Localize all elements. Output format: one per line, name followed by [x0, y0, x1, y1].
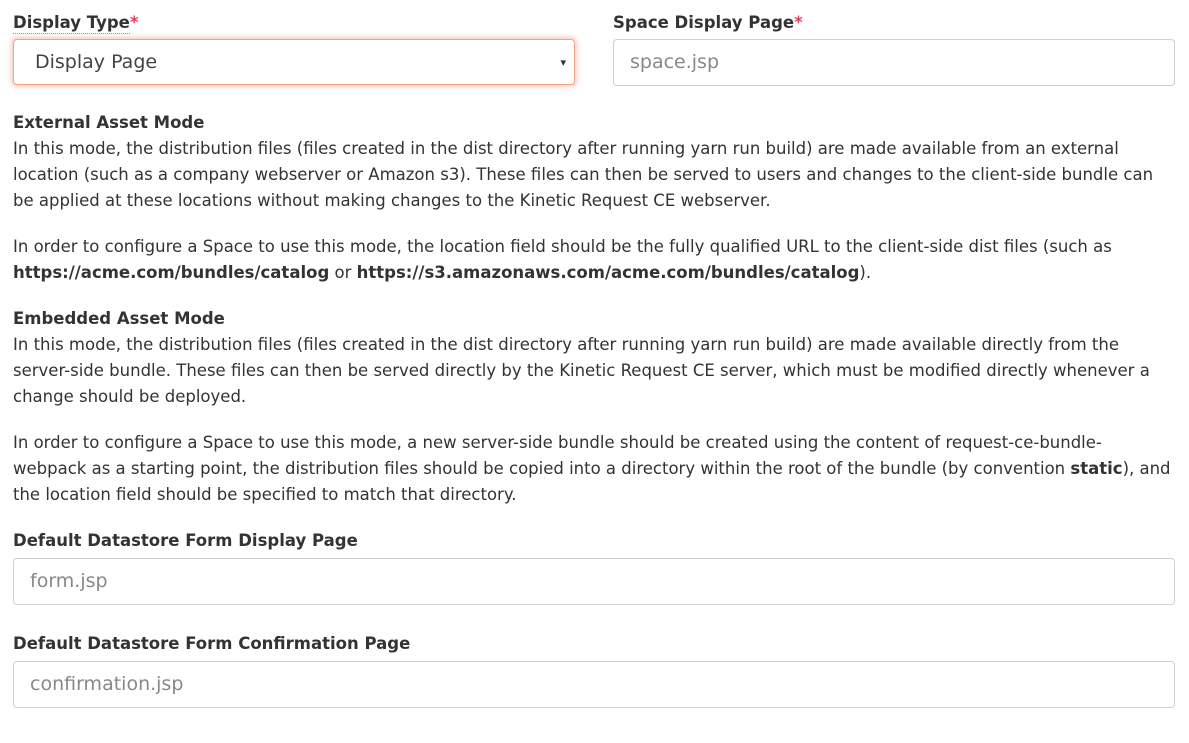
external-asset-mode-paragraph-1: In this mode, the distribution files (fi…	[13, 139, 1154, 210]
display-type-select[interactable]: Display Page ▾	[13, 39, 575, 85]
embedded-asset-mode-title: Embedded Asset Mode	[13, 309, 225, 328]
external-asset-mode-title: External Asset Mode	[13, 113, 205, 132]
required-marker: *	[129, 13, 139, 32]
display-type-field: Display Type* Display Page ▾	[13, 11, 575, 86]
datastore-display-page-input[interactable]: form.jsp	[13, 558, 1175, 605]
embedded-asset-mode-paragraph-2: In order to configure a Space to use thi…	[13, 430, 1175, 508]
space-display-page-label-text: Space Display Page	[613, 13, 795, 32]
datastore-confirmation-page-label: Default Datastore Form Confirmation Page	[13, 634, 411, 653]
external-paragraph-2-start: In order to configure a Space to use thi…	[13, 237, 1112, 256]
datastore-display-page-field: Default Datastore Form Display Page form…	[13, 528, 1175, 605]
embedded-paragraph-2-start: In order to configure a Space to use thi…	[13, 433, 1102, 478]
example-url-s3: https://s3.amazonaws.com/acme.com/bundle…	[356, 263, 860, 282]
display-type-label-text: Display Type	[13, 13, 130, 34]
external-asset-mode-section: External Asset Mode In this mode, the di…	[13, 110, 1175, 286]
datastore-confirmation-page-input[interactable]: confirmation.jsp	[13, 661, 1175, 708]
required-marker: *	[794, 13, 803, 32]
datastore-display-page-placeholder: form.jsp	[30, 570, 108, 592]
datastore-confirmation-page-field: Default Datastore Form Confirmation Page…	[13, 631, 1175, 708]
top-fields-row: Display Type* Display Page ▾ Space Displ…	[13, 11, 1175, 86]
settings-form: Display Type* Display Page ▾ Space Displ…	[13, 0, 1175, 708]
display-type-label: Display Type*	[13, 11, 575, 39]
embedded-asset-mode-section: Embedded Asset Mode In this mode, the di…	[13, 306, 1175, 508]
external-paragraph-2-or: or	[329, 263, 357, 282]
embedded-asset-mode-paragraph-1: In this mode, the distribution files (fi…	[13, 335, 1150, 406]
datastore-display-page-label: Default Datastore Form Display Page	[13, 531, 358, 550]
static-keyword: static	[1070, 459, 1123, 478]
external-asset-mode-paragraph-2: In order to configure a Space to use thi…	[13, 234, 1175, 286]
example-url-acme: https://acme.com/bundles/catalog	[13, 263, 330, 282]
external-paragraph-2-end: ).	[859, 263, 872, 282]
chevron-down-icon: ▾	[560, 56, 566, 69]
display-type-selected-value: Display Page	[35, 51, 158, 73]
space-display-page-label: Space Display Page*	[613, 11, 1175, 39]
datastore-confirmation-page-placeholder: confirmation.jsp	[30, 673, 184, 695]
space-display-page-input[interactable]: space.jsp	[613, 39, 1175, 86]
space-display-page-placeholder: space.jsp	[630, 51, 720, 73]
space-display-page-field: Space Display Page* space.jsp	[613, 11, 1175, 86]
